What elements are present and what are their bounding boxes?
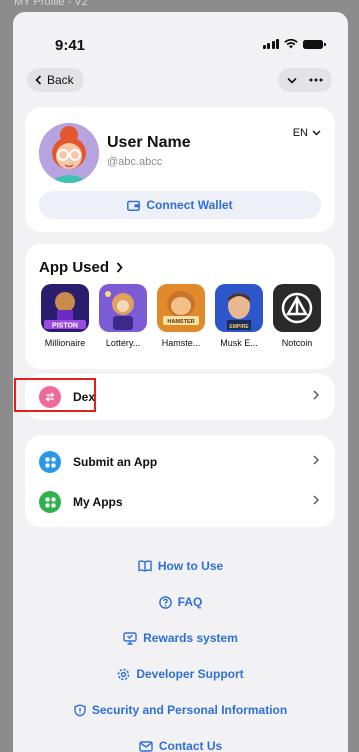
grid-icon — [39, 451, 61, 473]
contact-us-link[interactable]: Contact Us — [13, 739, 348, 752]
chevron-right-icon — [313, 390, 319, 400]
submit-app-label: Submit an App — [73, 455, 158, 469]
back-button[interactable]: Back — [27, 68, 84, 92]
svg-text:EMPIRE: EMPIRE — [229, 324, 249, 330]
shield-icon — [74, 703, 86, 717]
status-time: 9:41 — [55, 37, 86, 54]
link-label: How to Use — [157, 559, 224, 573]
developer-support-link[interactable]: Developer Support — [13, 667, 348, 681]
rewards-icon — [123, 631, 137, 645]
app-item[interactable]: PISTON Millionaire — [37, 284, 93, 348]
back-label: Back — [47, 73, 74, 87]
more-icon[interactable] — [309, 78, 323, 82]
link-label: FAQ — [177, 595, 203, 609]
chevron-right-icon — [313, 455, 319, 465]
piston-app-icon: PISTON — [41, 284, 89, 332]
faq-link[interactable]: FAQ — [13, 595, 348, 609]
status-bar: 9:41 — [13, 12, 348, 56]
signal-icon — [262, 39, 279, 49]
app-label: Lottery... — [105, 338, 141, 348]
app-label: Millionaire — [44, 338, 86, 348]
link-label: Rewards system — [143, 631, 238, 645]
app-used-card: App Used PISTON Millionaire Lottery... H… — [25, 244, 335, 369]
app-item[interactable]: Lottery... — [95, 284, 151, 348]
user-handle: @abc.abcc — [107, 156, 163, 168]
lottery-app-icon — [99, 284, 147, 332]
app-item[interactable]: EMPIRE Musk E... — [211, 284, 267, 348]
question-icon — [158, 595, 172, 609]
link-label: Security and Personal Information — [91, 703, 288, 717]
submit-app-row[interactable]: Submit an App — [25, 443, 335, 483]
language-label: EN — [292, 127, 308, 139]
how-to-use-link[interactable]: How to Use — [13, 559, 348, 573]
book-icon — [138, 560, 152, 572]
app-item[interactable]: Notcoin — [269, 284, 325, 348]
connect-wallet-button[interactable]: Connect Wallet — [39, 191, 321, 219]
chevron-left-icon — [35, 75, 42, 85]
app-label: Musk E... — [220, 338, 258, 348]
app-used-header[interactable]: App Used — [39, 259, 123, 276]
my-apps-card: Submit an App My Apps — [25, 435, 335, 527]
chevron-down-icon[interactable] — [287, 77, 297, 84]
my-apps-label: My Apps — [73, 495, 123, 509]
musk-empire-icon: EMPIRE — [215, 284, 263, 332]
mail-icon — [139, 740, 153, 752]
profile-card: User Name @abc.abcc EN Connect Wallet — [25, 107, 335, 232]
language-selector[interactable]: EN — [293, 127, 321, 139]
chevron-right-icon — [313, 495, 319, 505]
security-link[interactable]: Security and Personal Information — [13, 703, 348, 717]
more-menu-button[interactable] — [278, 68, 332, 92]
grid-icon — [39, 491, 61, 513]
app-used-list: PISTON Millionaire Lottery... HAMSTER Ha… — [37, 284, 335, 360]
chevron-down-icon — [312, 130, 321, 136]
avatar[interactable] — [39, 123, 99, 183]
app-used-title: App Used — [39, 259, 110, 276]
rewards-system-link[interactable]: Rewards system — [13, 631, 348, 645]
wifi-icon — [284, 39, 298, 49]
hamster-kombat-icon: HAMSTER — [157, 284, 205, 332]
frame-label: MY Profile - V2 — [14, 0, 88, 8]
wallet-icon — [127, 200, 141, 211]
app-item[interactable]: HAMSTER Hamste... — [153, 284, 209, 348]
user-name: User Name — [107, 134, 191, 151]
connect-wallet-label: Connect Wallet — [146, 198, 233, 212]
status-icons — [262, 39, 326, 49]
svg-text:PISTON: PISTON — [52, 323, 78, 330]
my-apps-row[interactable]: My Apps — [25, 483, 335, 523]
link-label: Contact Us — [158, 739, 223, 752]
gear-icon — [118, 668, 130, 680]
svg-text:HAMSTER: HAMSTER — [167, 319, 194, 325]
battery-icon — [303, 39, 326, 49]
notcoin-icon — [273, 284, 321, 332]
chevron-right-icon — [116, 262, 123, 273]
dex-highlight-box — [14, 378, 96, 412]
link-label: Developer Support — [136, 667, 244, 681]
app-label: Notcoin — [281, 338, 313, 348]
app-label: Hamste... — [161, 338, 201, 348]
nav-bar: Back — [13, 68, 348, 94]
